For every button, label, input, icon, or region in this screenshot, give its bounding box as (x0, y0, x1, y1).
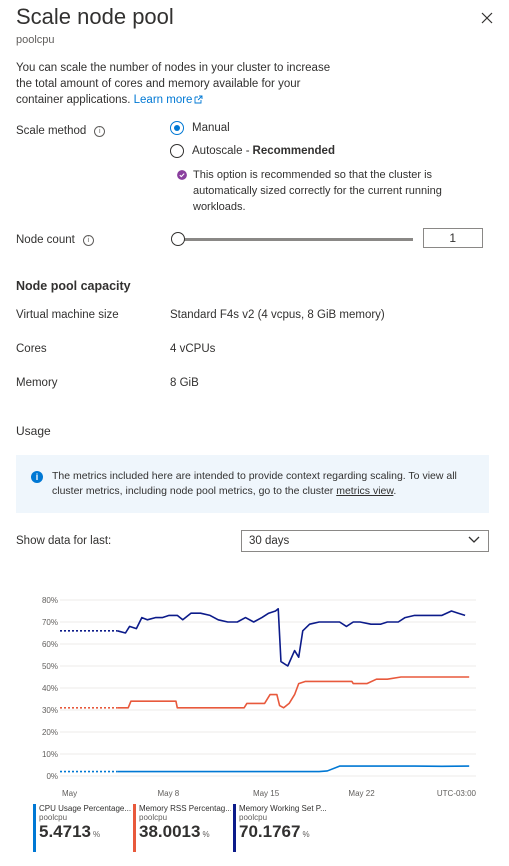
node-count-label: Node count i (16, 234, 94, 246)
info-icon[interactable]: i (82, 235, 94, 246)
cores-value: 4 vCPUs (170, 343, 216, 355)
y-tick-label: 40% (42, 684, 58, 693)
memory-value: 8 GiB (170, 377, 199, 389)
y-tick-label: 70% (42, 618, 58, 627)
close-icon[interactable] (477, 8, 497, 28)
vm-size-value: Standard F4s v2 (4 vcpus, 8 GiB memory) (170, 309, 385, 321)
legend-memory-working-set[interactable]: Memory Working Set P... poolcpu 70.1767% (233, 804, 331, 852)
autoscale-radio[interactable]: Autoscale - Recommended (170, 144, 335, 158)
y-tick-label: 10% (42, 750, 58, 759)
learn-more-link[interactable]: Learn more (134, 94, 204, 106)
y-tick-label: 30% (42, 706, 58, 715)
radio-checked-icon[interactable] (170, 121, 184, 135)
y-tick-label: 80% (42, 596, 58, 605)
scale-method-label: Scale method i (16, 125, 106, 137)
chevron-down-icon (468, 536, 480, 543)
series-line (117, 765, 470, 773)
vm-size-label: Virtual machine size (16, 309, 119, 321)
info-icon[interactable]: i (94, 126, 106, 137)
legend-memory-rss[interactable]: Memory RSS Percentag... poolcpu 38.0013% (133, 804, 231, 852)
cores-label: Cores (16, 343, 47, 355)
show-data-label: Show data for last: (16, 535, 112, 547)
external-link-icon (195, 95, 203, 104)
description: You can scale the number of nodes in you… (16, 60, 346, 108)
node-count-slider[interactable] (171, 232, 413, 246)
x-tick-label: May (62, 789, 77, 798)
node-count-input[interactable]: 1 (423, 228, 483, 248)
autoscale-note: This option is recommended so that the c… (177, 167, 477, 215)
manual-radio[interactable]: Manual (170, 121, 230, 135)
time-range-dropdown[interactable]: 30 days (241, 530, 489, 552)
node-pool-name: poolcpu (16, 34, 55, 46)
y-tick-label: 0% (46, 772, 58, 781)
page-title: Scale node pool (16, 4, 174, 29)
timezone-label: UTC-03:00 (437, 789, 477, 798)
y-tick-label: 20% (42, 728, 58, 737)
info-banner: i The metrics included here are intended… (16, 455, 489, 513)
x-tick-label: May 8 (157, 789, 179, 798)
x-tick-label: May 15 (253, 789, 280, 798)
usage-chart: 80% 70% 60% 50% 40% 30% 20% 10% 0% May May 8 May 15… (42, 596, 477, 798)
recommended-icon (177, 170, 187, 180)
metrics-view-link[interactable]: metrics view (336, 485, 393, 497)
capacity-title: Node pool capacity (16, 279, 131, 293)
memory-label: Memory (16, 377, 58, 389)
series-line (117, 607, 466, 667)
radio-unchecked-icon[interactable] (170, 144, 184, 158)
usage-title: Usage (16, 424, 51, 438)
series-line (117, 676, 470, 709)
y-tick-label: 50% (42, 662, 58, 671)
info-icon: i (31, 471, 43, 483)
y-tick-label: 60% (42, 640, 58, 649)
x-tick-label: May 22 (348, 789, 375, 798)
slider-thumb[interactable] (171, 232, 185, 246)
legend-cpu[interactable]: CPU Usage Percentage... poolcpu 5.4713% (33, 804, 131, 852)
